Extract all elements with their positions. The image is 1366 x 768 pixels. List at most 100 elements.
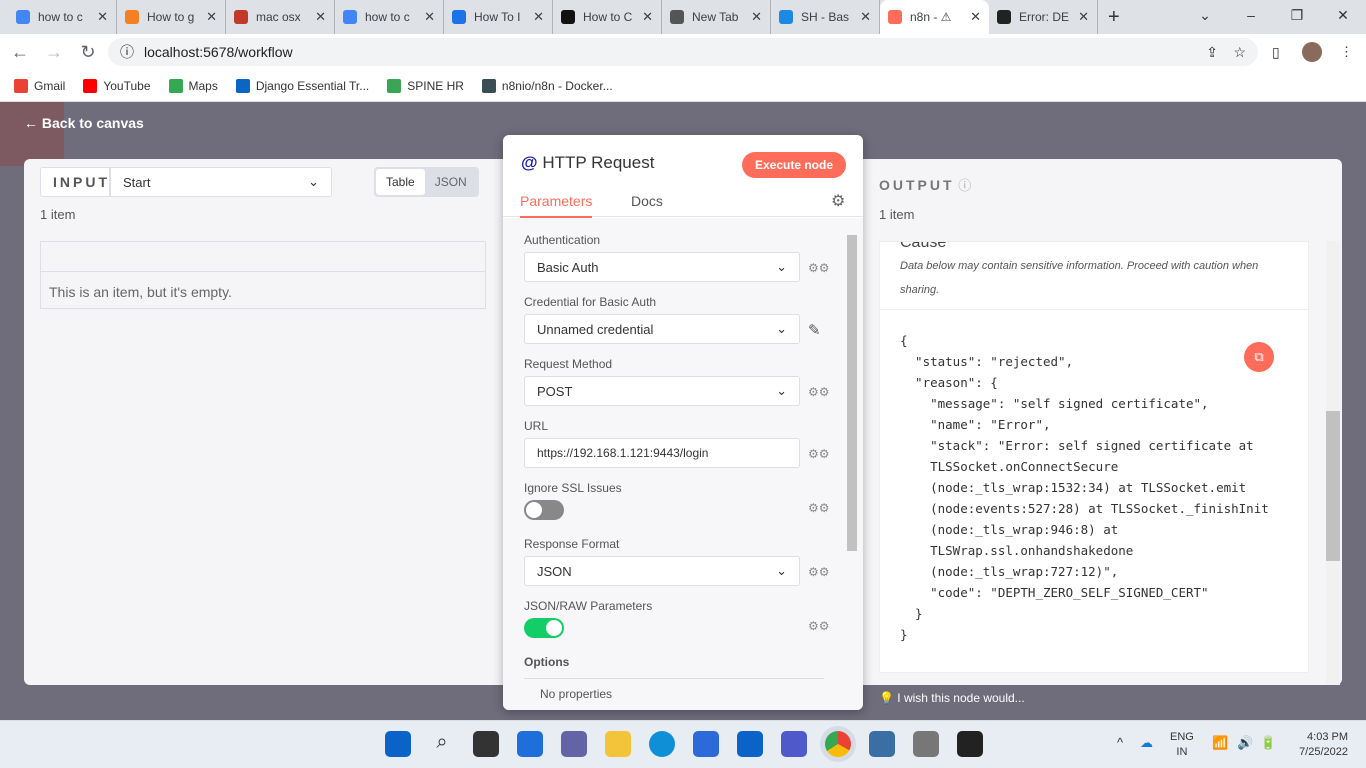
sidepanel-icon[interactable]: ▯	[1272, 44, 1280, 61]
tab-search-icon[interactable]: ⌄	[1182, 0, 1228, 30]
restore-button[interactable]: ❐	[1274, 0, 1320, 30]
start-icon[interactable]	[385, 731, 411, 757]
tray-chevron-icon[interactable]: ^	[1117, 735, 1123, 750]
network-app-icon[interactable]	[913, 731, 939, 757]
credential-select[interactable]: Unnamed credential ⌄	[524, 314, 800, 344]
url-input[interactable]: ⓘ localhost:5678/workflow ⇪ ☆	[108, 38, 1258, 66]
back-to-canvas[interactable]: ← Back to canvas	[24, 115, 144, 131]
close-tab-icon[interactable]: ✕	[1078, 9, 1089, 25]
bookmark[interactable]: YouTube	[83, 78, 151, 93]
close-tab-icon[interactable]: ✕	[970, 9, 981, 25]
browser-tab[interactable]: New Tab ✕	[662, 0, 771, 34]
bookmark[interactable]: n8nio/n8n - Docker...	[481, 78, 613, 93]
gears-icon[interactable]: ⚙⚙	[808, 565, 830, 579]
scrollbar[interactable]	[1326, 241, 1340, 685]
close-tab-icon[interactable]: ✕	[642, 9, 653, 25]
json-raw-toggle[interactable]	[524, 618, 564, 638]
new-tab-button[interactable]: +	[1108, 6, 1120, 29]
reload-icon[interactable]: ↻	[74, 42, 102, 63]
error-output: Cause Data below may contain sensitive i…	[879, 241, 1309, 673]
window-controls: ⌄ – ❐ ✕	[1182, 0, 1366, 30]
share-icon[interactable]: ⇪	[1206, 44, 1218, 61]
browser-tab[interactable]: n8n - ⚠ ✕	[880, 0, 989, 34]
terminal-icon[interactable]	[957, 731, 983, 757]
browser-tab[interactable]: Error: DE ✕	[989, 0, 1098, 34]
bookmark[interactable]: Gmail	[14, 78, 65, 93]
taskbar: ⌕ ^ ☁ ENG IN 📶 🔊 🔋 4:03 PM 7/25/2022	[0, 720, 1366, 768]
json-line: }	[900, 606, 923, 621]
bookmark[interactable]: Django Essential Tr...	[235, 78, 369, 93]
browser-tab[interactable]: How to g ✕	[117, 0, 226, 34]
bookmark[interactable]: SPINE HR	[387, 78, 464, 93]
widgets-icon[interactable]	[517, 731, 543, 757]
search-icon[interactable]: ⌕	[429, 731, 455, 757]
gears-icon[interactable]: ⚙⚙	[808, 385, 830, 399]
close-tab-icon[interactable]: ✕	[751, 9, 762, 25]
json-line: (node:_tls_wrap:946:8) at	[900, 522, 1119, 537]
browser-tab[interactable]: mac osx ✕	[226, 0, 335, 34]
json-view-button[interactable]: JSON	[425, 169, 477, 195]
gears-icon[interactable]: ⚙⚙	[808, 261, 830, 275]
info-icon[interactable]: ⓘ	[958, 178, 971, 193]
input-panel: INPUT Start ⌄ Table JSON 1 item This is a…	[24, 159, 514, 685]
info-icon[interactable]: ⓘ	[120, 42, 134, 62]
browser-tab[interactable]: SH - Bas ✕	[771, 0, 880, 34]
outlook-icon[interactable]	[737, 731, 763, 757]
browser-tab[interactable]: How To I ✕	[444, 0, 553, 34]
scrollbar[interactable]	[847, 235, 857, 551]
minimize-button[interactable]: –	[1228, 0, 1274, 30]
request-method-select[interactable]: POST ⌄	[524, 376, 800, 406]
forward-icon[interactable]: →	[40, 42, 68, 63]
file-explorer-icon[interactable]	[605, 731, 631, 757]
favicon-icon	[997, 10, 1011, 24]
avatar[interactable]	[1302, 42, 1322, 62]
execute-node-button[interactable]: Execute node	[742, 152, 846, 178]
onedrive-icon[interactable]: ☁	[1140, 735, 1153, 751]
chat-icon[interactable]	[561, 731, 587, 757]
chrome-icon[interactable]	[825, 731, 851, 757]
edge-icon[interactable]	[649, 731, 675, 757]
menu-icon[interactable]: ⋮	[1340, 44, 1353, 60]
edit-pencil-icon[interactable]: ✎	[808, 321, 821, 339]
browser-tab[interactable]: How to C ✕	[553, 0, 662, 34]
favicon-icon	[343, 10, 357, 24]
clock[interactable]: 4:03 PM 7/25/2022	[1290, 730, 1348, 760]
close-tab-icon[interactable]: ✕	[206, 9, 217, 25]
browser-tab[interactable]: how to c ✕	[8, 0, 117, 34]
close-tab-icon[interactable]: ✕	[97, 9, 108, 25]
chevron-down-icon: ⌄	[308, 174, 319, 189]
close-tab-icon[interactable]: ✕	[315, 9, 326, 25]
copy-button[interactable]: ⧉	[1244, 342, 1274, 372]
close-window-button[interactable]: ✕	[1320, 0, 1366, 30]
back-icon[interactable]: ←	[6, 42, 34, 63]
tab-docs[interactable]: Docs	[631, 193, 663, 209]
store-icon[interactable]	[693, 731, 719, 757]
task-view-icon[interactable]	[473, 731, 499, 757]
authentication-select[interactable]: Basic Auth ⌄	[524, 252, 800, 282]
table-view-button[interactable]: Table	[376, 169, 425, 195]
chevron-down-icon: ⌄	[776, 563, 787, 578]
language-indicator[interactable]: ENG IN	[1170, 730, 1194, 760]
input-node-select[interactable]: Start ⌄	[110, 167, 332, 197]
star-icon[interactable]: ☆	[1233, 44, 1246, 61]
settings-icon[interactable]: ⚙	[831, 191, 845, 211]
close-tab-icon[interactable]: ✕	[533, 9, 544, 25]
response-format-select[interactable]: JSON ⌄	[524, 556, 800, 586]
input-count: 1 item	[40, 207, 76, 222]
bookmark[interactable]: Maps	[168, 78, 218, 93]
json-line: TLSSocket.onConnectSecure	[900, 459, 1119, 474]
url-field[interactable]: https://192.168.1.121:9443/login	[524, 438, 800, 468]
tab-parameters[interactable]: Parameters	[520, 193, 593, 218]
json-line: "message": "self signed certificate",	[900, 396, 1209, 411]
close-tab-icon[interactable]: ✕	[424, 9, 435, 25]
gears-icon[interactable]: ⚙⚙	[808, 619, 830, 633]
chevron-down-icon: ⌄	[776, 383, 787, 398]
remote-desktop-icon[interactable]	[869, 731, 895, 757]
feedback-link[interactable]: 💡 I wish this node would...	[879, 691, 1025, 705]
browser-tab[interactable]: how to c ✕	[335, 0, 444, 34]
close-tab-icon[interactable]: ✕	[860, 9, 871, 25]
ignore-ssl-toggle[interactable]	[524, 500, 564, 520]
gears-icon[interactable]: ⚙⚙	[808, 447, 830, 461]
teams-icon[interactable]	[781, 731, 807, 757]
gears-icon[interactable]: ⚙⚙	[808, 501, 830, 515]
